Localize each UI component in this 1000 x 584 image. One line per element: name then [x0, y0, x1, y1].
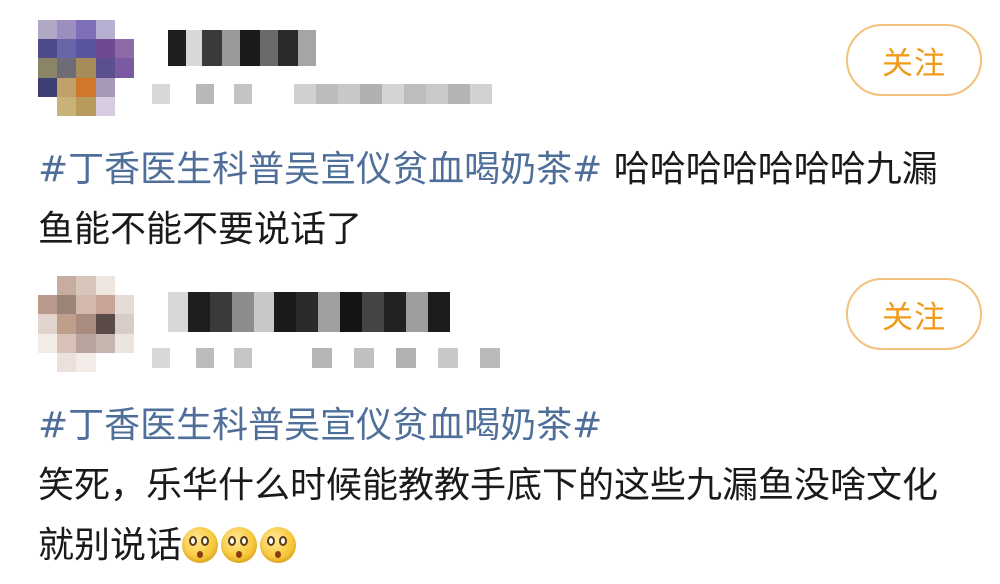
avatar[interactable]	[38, 20, 134, 116]
username-censored[interactable]	[168, 292, 450, 332]
username-censored[interactable]	[168, 30, 316, 66]
comment-body-line2: 就别说话	[38, 525, 183, 566]
follow-button[interactable]: 关注	[846, 278, 982, 350]
comment-text: #丁香医生科普吴宣仪贫血喝奶茶# 哈哈哈哈哈哈哈九漏 鱼能不能不要说话了	[38, 140, 978, 260]
comment-body-line1: 笑死，乐华什么时候能教教手底下的这些九漏鱼没啥文化	[38, 465, 939, 506]
surprised-face-emoji	[221, 527, 258, 563]
surprised-face-emoji	[260, 527, 297, 563]
user-meta-censored	[152, 348, 500, 368]
hashtag-link[interactable]: #丁香医生科普吴宣仪贫血喝奶茶#	[38, 405, 602, 446]
user-meta-censored	[152, 84, 492, 104]
surprised-face-emoji	[182, 527, 219, 563]
hashtag-link[interactable]: #丁香医生科普吴宣仪贫血喝奶茶#	[38, 149, 602, 190]
comment-text: #丁香医生科普吴宣仪贫血喝奶茶# 笑死，乐华什么时候能教教手底下的这些九漏鱼没啥…	[38, 396, 978, 576]
comment-body-line1: 哈哈哈哈哈哈哈九漏	[602, 149, 938, 190]
comment-body-line2: 鱼能不能不要说话了	[38, 209, 363, 250]
follow-button[interactable]: 关注	[846, 24, 982, 96]
comment-card: 关注 #丁香医生科普吴宣仪贫血喝奶茶# 笑死，乐华什么时候能教教手底下的这些九漏…	[0, 270, 1000, 584]
comment-card: 关注 #丁香医生科普吴宣仪贫血喝奶茶# 哈哈哈哈哈哈哈九漏 鱼能不能不要说话了	[0, 0, 1000, 270]
avatar[interactable]	[38, 276, 134, 372]
